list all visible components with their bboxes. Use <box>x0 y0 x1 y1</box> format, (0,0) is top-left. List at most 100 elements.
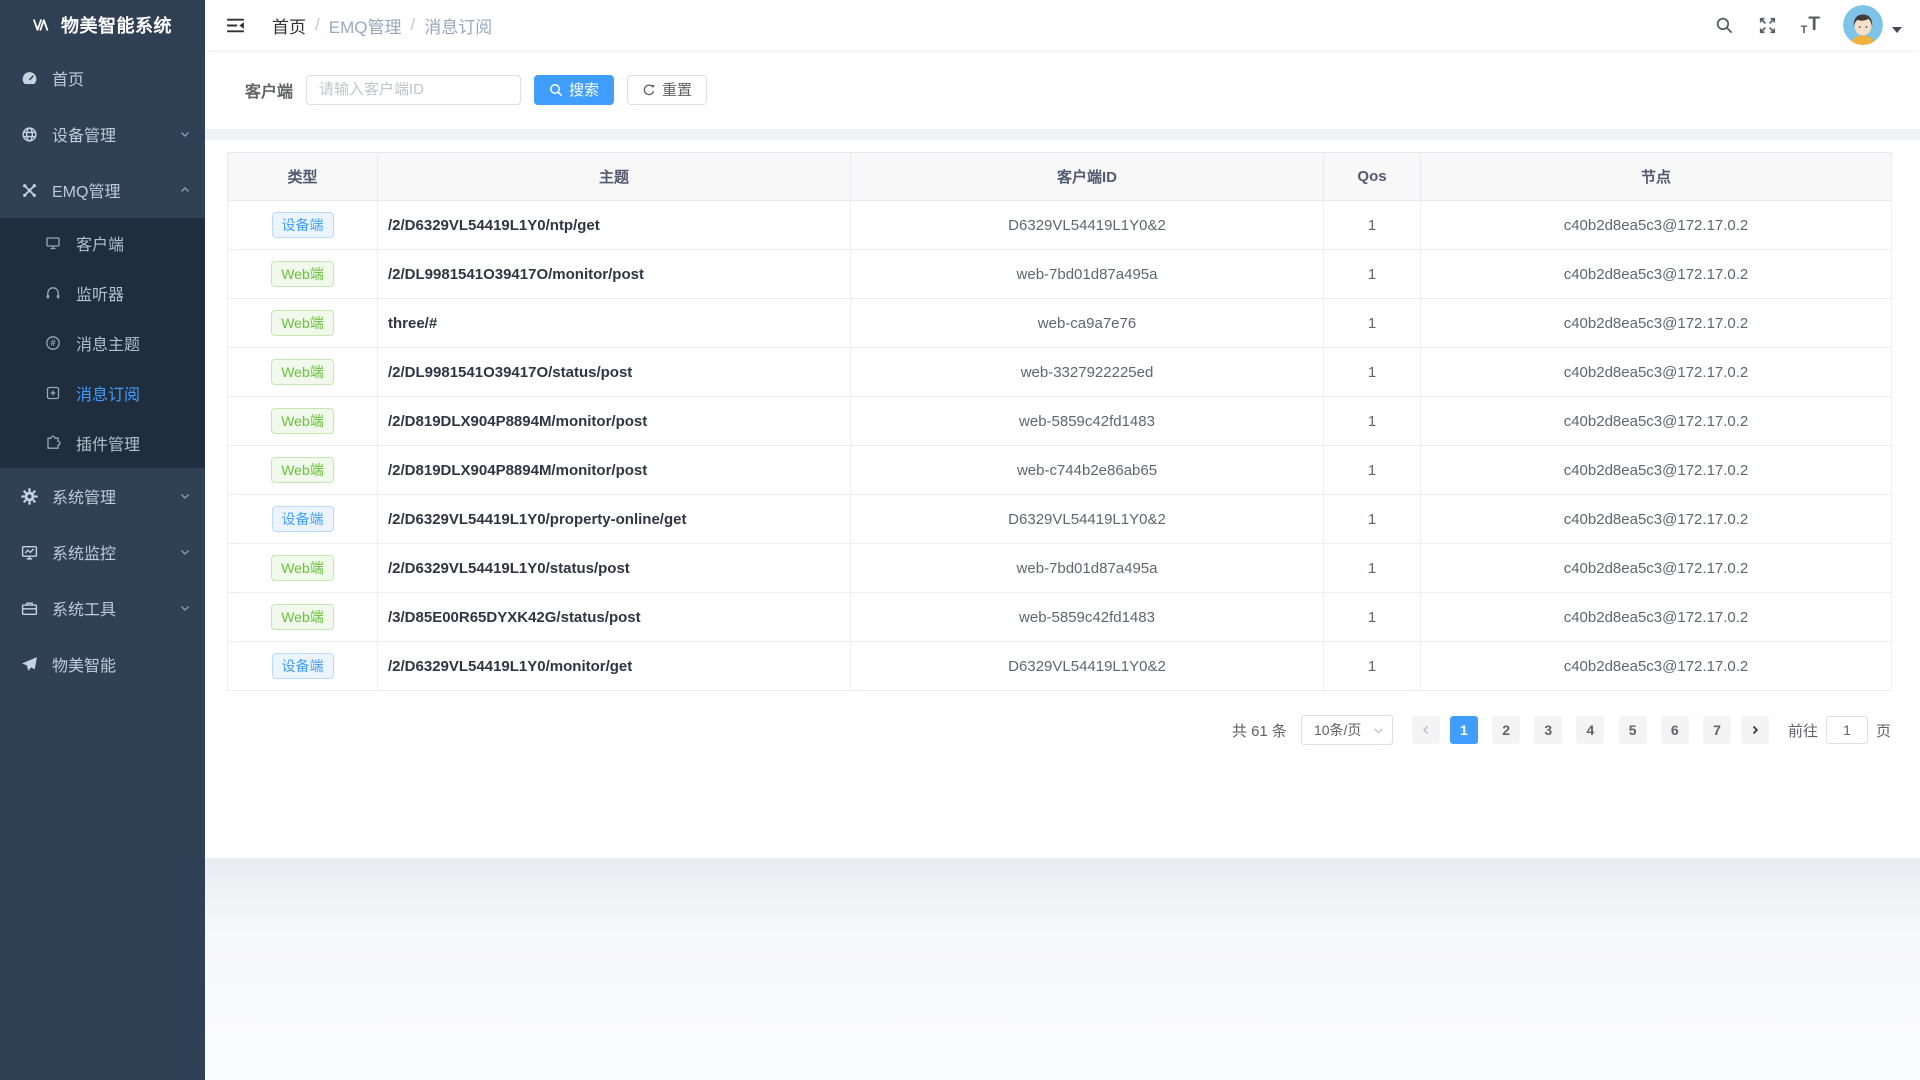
paper-plane-icon <box>20 656 38 673</box>
type-badge: 设备端 <box>272 506 334 532</box>
plugin-puzzle-icon <box>44 435 62 451</box>
total-count: 共 61 条 <box>1232 720 1287 741</box>
listener-headphones-icon <box>44 285 62 301</box>
type-badge: Web端 <box>271 604 334 630</box>
page-background <box>205 858 1920 1080</box>
chevron-down-icon <box>179 128 191 140</box>
node-cell: c40b2d8ea5c3@172.17.0.2 <box>1421 397 1892 446</box>
sidebar-menu: 首页 设备管理 EMQ管理 客户端 <box>0 50 205 1080</box>
sidebar-item-system-mgmt[interactable]: 系统管理 <box>0 468 205 524</box>
svg-text:#: # <box>50 338 55 348</box>
sidebar-item-home[interactable]: 首页 <box>0 50 205 106</box>
search-form: 客户端 搜索 重置 <box>205 50 1920 129</box>
topic-cell: /2/D6329VL54419L1Y0/ntp/get <box>378 201 851 250</box>
search-icon[interactable] <box>1706 10 1743 41</box>
page-button[interactable]: 5 <box>1619 716 1647 744</box>
type-badge: Web端 <box>271 261 334 287</box>
page-button[interactable]: 1 <box>1450 716 1478 744</box>
emq-submenu: 客户端 监听器 # 消息主题 消息订阅 <box>0 218 205 468</box>
sidebar-item-wumei-smart[interactable]: 物美智能 <box>0 636 205 692</box>
page-button[interactable]: 7 <box>1703 716 1731 744</box>
page-button[interactable]: 6 <box>1661 716 1689 744</box>
client-id-cell: web-ca9a7e76 <box>851 299 1324 348</box>
client-id-cell: D6329VL54419L1Y0&2 <box>851 495 1324 544</box>
page-button[interactable]: 3 <box>1534 716 1562 744</box>
type-badge: Web端 <box>271 457 334 483</box>
dashboard-icon <box>20 70 38 87</box>
breadcrumb-separator: / <box>410 15 415 35</box>
sidebar-collapse-icon[interactable] <box>215 15 256 36</box>
node-cell: c40b2d8ea5c3@172.17.0.2 <box>1421 446 1892 495</box>
fullscreen-icon[interactable] <box>1749 10 1786 41</box>
breadcrumb-separator: / <box>315 15 320 35</box>
app-logo[interactable]: 物美智能系统 <box>0 0 205 50</box>
emq-exchange-icon <box>20 182 38 199</box>
subscription-table-body: 设备端 /2/D6329VL54419L1Y0/ntp/get D6329VL5… <box>228 201 1892 691</box>
sidebar: 物美智能系统 首页 设备管理 EMQ管理 <box>0 0 205 1080</box>
type-badge: Web端 <box>271 555 334 581</box>
goto-page-input[interactable] <box>1826 716 1868 744</box>
user-menu[interactable] <box>1843 5 1902 45</box>
breadcrumb: 首页 / EMQ管理 / 消息订阅 <box>272 13 492 38</box>
app-title: 物美智能系统 <box>61 12 172 38</box>
next-page-button[interactable] <box>1741 716 1769 744</box>
topic-cell: /2/D819DLX904P8894M/monitor/post <box>378 397 851 446</box>
page-size-select[interactable]: 10条/页 <box>1301 715 1393 745</box>
node-cell: c40b2d8ea5c3@172.17.0.2 <box>1421 593 1892 642</box>
qos-cell: 1 <box>1324 495 1421 544</box>
column-header-qos: Qos <box>1324 153 1421 201</box>
qos-cell: 1 <box>1324 201 1421 250</box>
sidebar-item-label: 消息订阅 <box>76 381 140 405</box>
table-row: Web端 /2/D819DLX904P8894M/monitor/post we… <box>228 397 1892 446</box>
sidebar-item-listener[interactable]: 监听器 <box>0 268 205 318</box>
page-button[interactable]: 4 <box>1576 716 1604 744</box>
sidebar-item-devices[interactable]: 设备管理 <box>0 106 205 162</box>
qos-cell: 1 <box>1324 593 1421 642</box>
sidebar-item-label: 设备管理 <box>52 122 116 146</box>
search-icon <box>549 83 563 97</box>
sidebar-item-topic[interactable]: # 消息主题 <box>0 318 205 368</box>
search-button[interactable]: 搜索 <box>534 75 614 105</box>
breadcrumb-emq: EMQ管理 <box>329 13 402 38</box>
sidebar-item-system-tools[interactable]: 系统工具 <box>0 580 205 636</box>
client-id-cell: web-7bd01d87a495a <box>851 250 1324 299</box>
node-cell: c40b2d8ea5c3@172.17.0.2 <box>1421 250 1892 299</box>
sidebar-item-subscribe[interactable]: 消息订阅 <box>0 368 205 418</box>
avatar <box>1843 5 1883 45</box>
qos-cell: 1 <box>1324 397 1421 446</box>
column-header-type: 类型 <box>228 153 378 201</box>
page-button[interactable]: 2 <box>1492 716 1520 744</box>
subscribe-plus-square-icon <box>44 385 62 401</box>
topic-cell: three/# <box>378 299 851 348</box>
card-gap <box>205 129 1920 140</box>
navbar-actions: TT <box>1706 5 1902 45</box>
type-badge: Web端 <box>271 408 334 434</box>
node-cell: c40b2d8ea5c3@172.17.0.2 <box>1421 299 1892 348</box>
gear-icon <box>20 488 38 505</box>
table-header-row: 类型 主题 客户端ID Qos 节点 <box>228 153 1892 201</box>
topic-cell: /2/DL9981541O39417O/monitor/post <box>378 250 851 299</box>
sidebar-item-plugins[interactable]: 插件管理 <box>0 418 205 468</box>
chevron-down-icon <box>179 490 191 502</box>
sidebar-item-emq[interactable]: EMQ管理 <box>0 162 205 218</box>
client-id-cell: web-5859c42fd1483 <box>851 397 1324 446</box>
client-id-input[interactable] <box>306 75 521 105</box>
top-navbar: 首页 / EMQ管理 / 消息订阅 TT <box>205 0 1920 50</box>
topic-cell: /2/D819DLX904P8894M/monitor/post <box>378 446 851 495</box>
topic-cell: /2/D6329VL54419L1Y0/monitor/get <box>378 642 851 691</box>
sidebar-item-system-monitor[interactable]: 系统监控 <box>0 524 205 580</box>
table-row: Web端 /2/D819DLX904P8894M/monitor/post we… <box>228 446 1892 495</box>
chevron-down-icon <box>1372 724 1385 737</box>
breadcrumb-home[interactable]: 首页 <box>272 13 306 38</box>
table-row: 设备端 /2/D6329VL54419L1Y0/ntp/get D6329VL5… <box>228 201 1892 250</box>
sidebar-item-client[interactable]: 客户端 <box>0 218 205 268</box>
table-row: 设备端 /2/D6329VL54419L1Y0/property-online/… <box>228 495 1892 544</box>
reset-button[interactable]: 重置 <box>627 75 707 105</box>
pager-pages: 1 2 3 4 5 6 7 <box>1445 716 1736 744</box>
client-id-cell: web-7bd01d87a495a <box>851 544 1324 593</box>
devices-globe-icon <box>20 126 38 143</box>
node-cell: c40b2d8ea5c3@172.17.0.2 <box>1421 495 1892 544</box>
font-size-icon[interactable]: TT <box>1792 8 1829 42</box>
prev-page-button[interactable] <box>1412 716 1440 744</box>
breadcrumb-current: 消息订阅 <box>424 13 492 38</box>
